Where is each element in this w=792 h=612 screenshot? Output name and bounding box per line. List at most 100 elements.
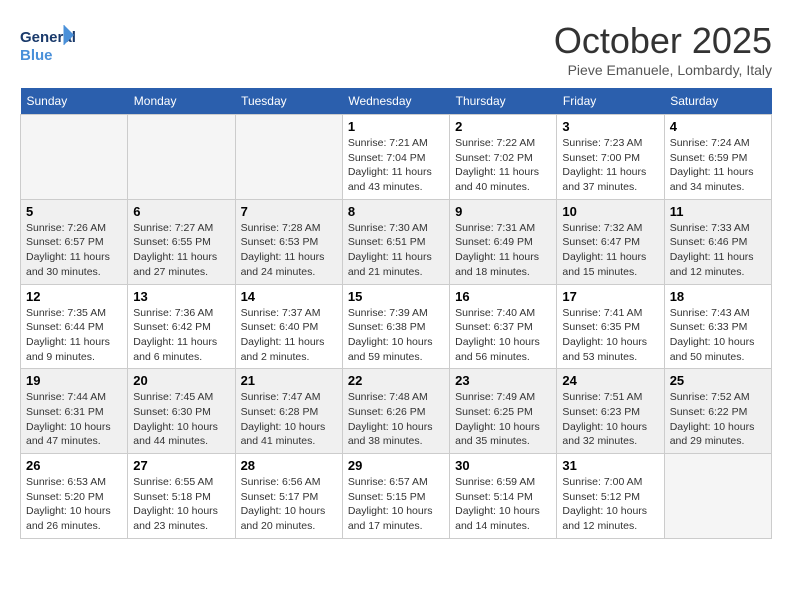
calendar-cell: 6Sunrise: 7:27 AM Sunset: 6:55 PM Daylig… [128, 199, 235, 284]
day-number: 9 [455, 204, 551, 219]
calendar-cell: 13Sunrise: 7:36 AM Sunset: 6:42 PM Dayli… [128, 284, 235, 369]
day-number: 10 [562, 204, 658, 219]
logo: General Blue [20, 20, 75, 70]
calendar-cell: 25Sunrise: 7:52 AM Sunset: 6:22 PM Dayli… [664, 369, 771, 454]
day-number: 25 [670, 373, 766, 388]
calendar-cell [235, 115, 342, 200]
calendar-cell: 23 Sunrise: 7:49 AM Sunset: 6:25 PM Dayli… [450, 369, 557, 454]
day-info: Sunrise: 7:43 AM Sunset: 6:33 PM Dayligh… [670, 306, 766, 365]
day-number: 19 [26, 373, 122, 388]
calendar-cell: 20 Sunrise: 7:45 AM Sunset: 6:30 PM Dayli… [128, 369, 235, 454]
day-info: Sunrise: 7:21 AM Sunset: 7:04 PM Dayligh… [348, 136, 444, 195]
day-info: Sunrise: 7:00 AM Sunset: 5:12 PM Dayligh… [562, 475, 658, 534]
calendar-cell: 18 Sunrise: 7:43 AM Sunset: 6:33 PM Dayli… [664, 284, 771, 369]
header-wednesday: Wednesday [342, 88, 449, 115]
calendar-cell: 1 Sunrise: 7:21 AM Sunset: 7:04 PM Daylig… [342, 115, 449, 200]
calendar-cell: 15Sunrise: 7:39 AM Sunset: 6:38 PM Dayli… [342, 284, 449, 369]
header-monday: Monday [128, 88, 235, 115]
calendar-cell: 2Sunrise: 7:22 AM Sunset: 7:02 PM Daylig… [450, 115, 557, 200]
calendar-cell: 14 Sunrise: 7:37 AM Sunset: 6:40 PM Dayli… [235, 284, 342, 369]
calendar-week-3: 19 Sunrise: 7:44 AM Sunset: 6:31 PM Dayli… [21, 369, 772, 454]
calendar-cell: 26Sunrise: 6:53 AM Sunset: 5:20 PM Dayli… [21, 454, 128, 539]
header-friday: Friday [557, 88, 664, 115]
calendar-cell: 11 Sunrise: 7:33 AM Sunset: 6:46 PM Dayli… [664, 199, 771, 284]
day-number: 20 [133, 373, 229, 388]
calendar-cell: 28 Sunrise: 6:56 AM Sunset: 5:17 PM Dayli… [235, 454, 342, 539]
calendar-week-4: 26Sunrise: 6:53 AM Sunset: 5:20 PM Dayli… [21, 454, 772, 539]
title-block: October 2025 Pieve Emanuele, Lombardy, I… [554, 20, 772, 78]
day-number: 11 [670, 204, 766, 219]
day-number: 18 [670, 289, 766, 304]
day-info: Sunrise: 7:48 AM Sunset: 6:26 PM Dayligh… [348, 390, 444, 449]
day-info: Sunrise: 7:45 AM Sunset: 6:30 PM Dayligh… [133, 390, 229, 449]
month-title: October 2025 [554, 20, 772, 62]
header-thursday: Thursday [450, 88, 557, 115]
day-number: 1 [348, 119, 444, 134]
calendar-cell: 7Sunrise: 7:28 AM Sunset: 6:53 PM Daylig… [235, 199, 342, 284]
calendar-cell: 24 Sunrise: 7:51 AM Sunset: 6:23 PM Dayli… [557, 369, 664, 454]
day-info: Sunrise: 7:32 AM Sunset: 6:47 PM Dayligh… [562, 221, 658, 280]
calendar-cell: 16 Sunrise: 7:40 AM Sunset: 6:37 PM Dayli… [450, 284, 557, 369]
day-info: Sunrise: 6:56 AM Sunset: 5:17 PM Dayligh… [241, 475, 337, 534]
calendar-week-1: 5 Sunrise: 7:26 AM Sunset: 6:57 PM Daylig… [21, 199, 772, 284]
day-number: 21 [241, 373, 337, 388]
day-number: 29 [348, 458, 444, 473]
header-sunday: Sunday [21, 88, 128, 115]
day-number: 5 [26, 204, 122, 219]
day-info: Sunrise: 7:22 AM Sunset: 7:02 PM Dayligh… [455, 136, 551, 195]
calendar-week-0: 1 Sunrise: 7:21 AM Sunset: 7:04 PM Daylig… [21, 115, 772, 200]
day-number: 16 [455, 289, 551, 304]
calendar-cell: 29 Sunrise: 6:57 AM Sunset: 5:15 PM Dayli… [342, 454, 449, 539]
day-info: Sunrise: 7:47 AM Sunset: 6:28 PM Dayligh… [241, 390, 337, 449]
day-number: 8 [348, 204, 444, 219]
logo-svg: General Blue [20, 20, 75, 70]
day-info: Sunrise: 7:44 AM Sunset: 6:31 PM Dayligh… [26, 390, 122, 449]
day-info: Sunrise: 7:37 AM Sunset: 6:40 PM Dayligh… [241, 306, 337, 365]
calendar-cell: 10 Sunrise: 7:32 AM Sunset: 6:47 PM Dayli… [557, 199, 664, 284]
calendar-header-row: Sunday Monday Tuesday Wednesday Thursday… [21, 88, 772, 115]
calendar-cell [128, 115, 235, 200]
day-info: Sunrise: 7:30 AM Sunset: 6:51 PM Dayligh… [348, 221, 444, 280]
day-info: Sunrise: 7:23 AM Sunset: 7:00 PM Dayligh… [562, 136, 658, 195]
day-info: Sunrise: 7:41 AM Sunset: 6:35 PM Dayligh… [562, 306, 658, 365]
day-info: Sunrise: 7:35 AM Sunset: 6:44 PM Dayligh… [26, 306, 122, 365]
day-number: 31 [562, 458, 658, 473]
calendar-cell: 5 Sunrise: 7:26 AM Sunset: 6:57 PM Daylig… [21, 199, 128, 284]
day-number: 6 [133, 204, 229, 219]
day-number: 4 [670, 119, 766, 134]
day-number: 15 [348, 289, 444, 304]
day-info: Sunrise: 7:36 AM Sunset: 6:42 PM Dayligh… [133, 306, 229, 365]
day-info: Sunrise: 7:31 AM Sunset: 6:49 PM Dayligh… [455, 221, 551, 280]
day-number: 28 [241, 458, 337, 473]
calendar-cell [21, 115, 128, 200]
day-info: Sunrise: 6:55 AM Sunset: 5:18 PM Dayligh… [133, 475, 229, 534]
day-info: Sunrise: 7:49 AM Sunset: 6:25 PM Dayligh… [455, 390, 551, 449]
day-number: 23 [455, 373, 551, 388]
day-number: 27 [133, 458, 229, 473]
day-info: Sunrise: 7:33 AM Sunset: 6:46 PM Dayligh… [670, 221, 766, 280]
svg-text:Blue: Blue [20, 47, 53, 64]
calendar-cell [664, 454, 771, 539]
day-info: Sunrise: 7:51 AM Sunset: 6:23 PM Dayligh… [562, 390, 658, 449]
day-number: 30 [455, 458, 551, 473]
day-number: 12 [26, 289, 122, 304]
calendar-cell: 21 Sunrise: 7:47 AM Sunset: 6:28 PM Dayli… [235, 369, 342, 454]
day-number: 14 [241, 289, 337, 304]
day-info: Sunrise: 7:28 AM Sunset: 6:53 PM Dayligh… [241, 221, 337, 280]
page-header: General Blue October 2025 Pieve Emanuele… [20, 20, 772, 78]
calendar-cell: 3 Sunrise: 7:23 AM Sunset: 7:00 PM Daylig… [557, 115, 664, 200]
calendar-cell: 22Sunrise: 7:48 AM Sunset: 6:26 PM Dayli… [342, 369, 449, 454]
day-info: Sunrise: 6:57 AM Sunset: 5:15 PM Dayligh… [348, 475, 444, 534]
calendar-cell: 30 Sunrise: 6:59 AM Sunset: 5:14 PM Dayli… [450, 454, 557, 539]
day-info: Sunrise: 6:59 AM Sunset: 5:14 PM Dayligh… [455, 475, 551, 534]
calendar-table: Sunday Monday Tuesday Wednesday Thursday… [20, 88, 772, 539]
location-subtitle: Pieve Emanuele, Lombardy, Italy [554, 62, 772, 78]
day-number: 3 [562, 119, 658, 134]
calendar-cell: 19 Sunrise: 7:44 AM Sunset: 6:31 PM Dayli… [21, 369, 128, 454]
header-tuesday: Tuesday [235, 88, 342, 115]
day-number: 24 [562, 373, 658, 388]
day-info: Sunrise: 7:26 AM Sunset: 6:57 PM Dayligh… [26, 221, 122, 280]
day-info: Sunrise: 7:40 AM Sunset: 6:37 PM Dayligh… [455, 306, 551, 365]
calendar-cell: 9 Sunrise: 7:31 AM Sunset: 6:49 PM Daylig… [450, 199, 557, 284]
calendar-cell: 4Sunrise: 7:24 AM Sunset: 6:59 PM Daylig… [664, 115, 771, 200]
